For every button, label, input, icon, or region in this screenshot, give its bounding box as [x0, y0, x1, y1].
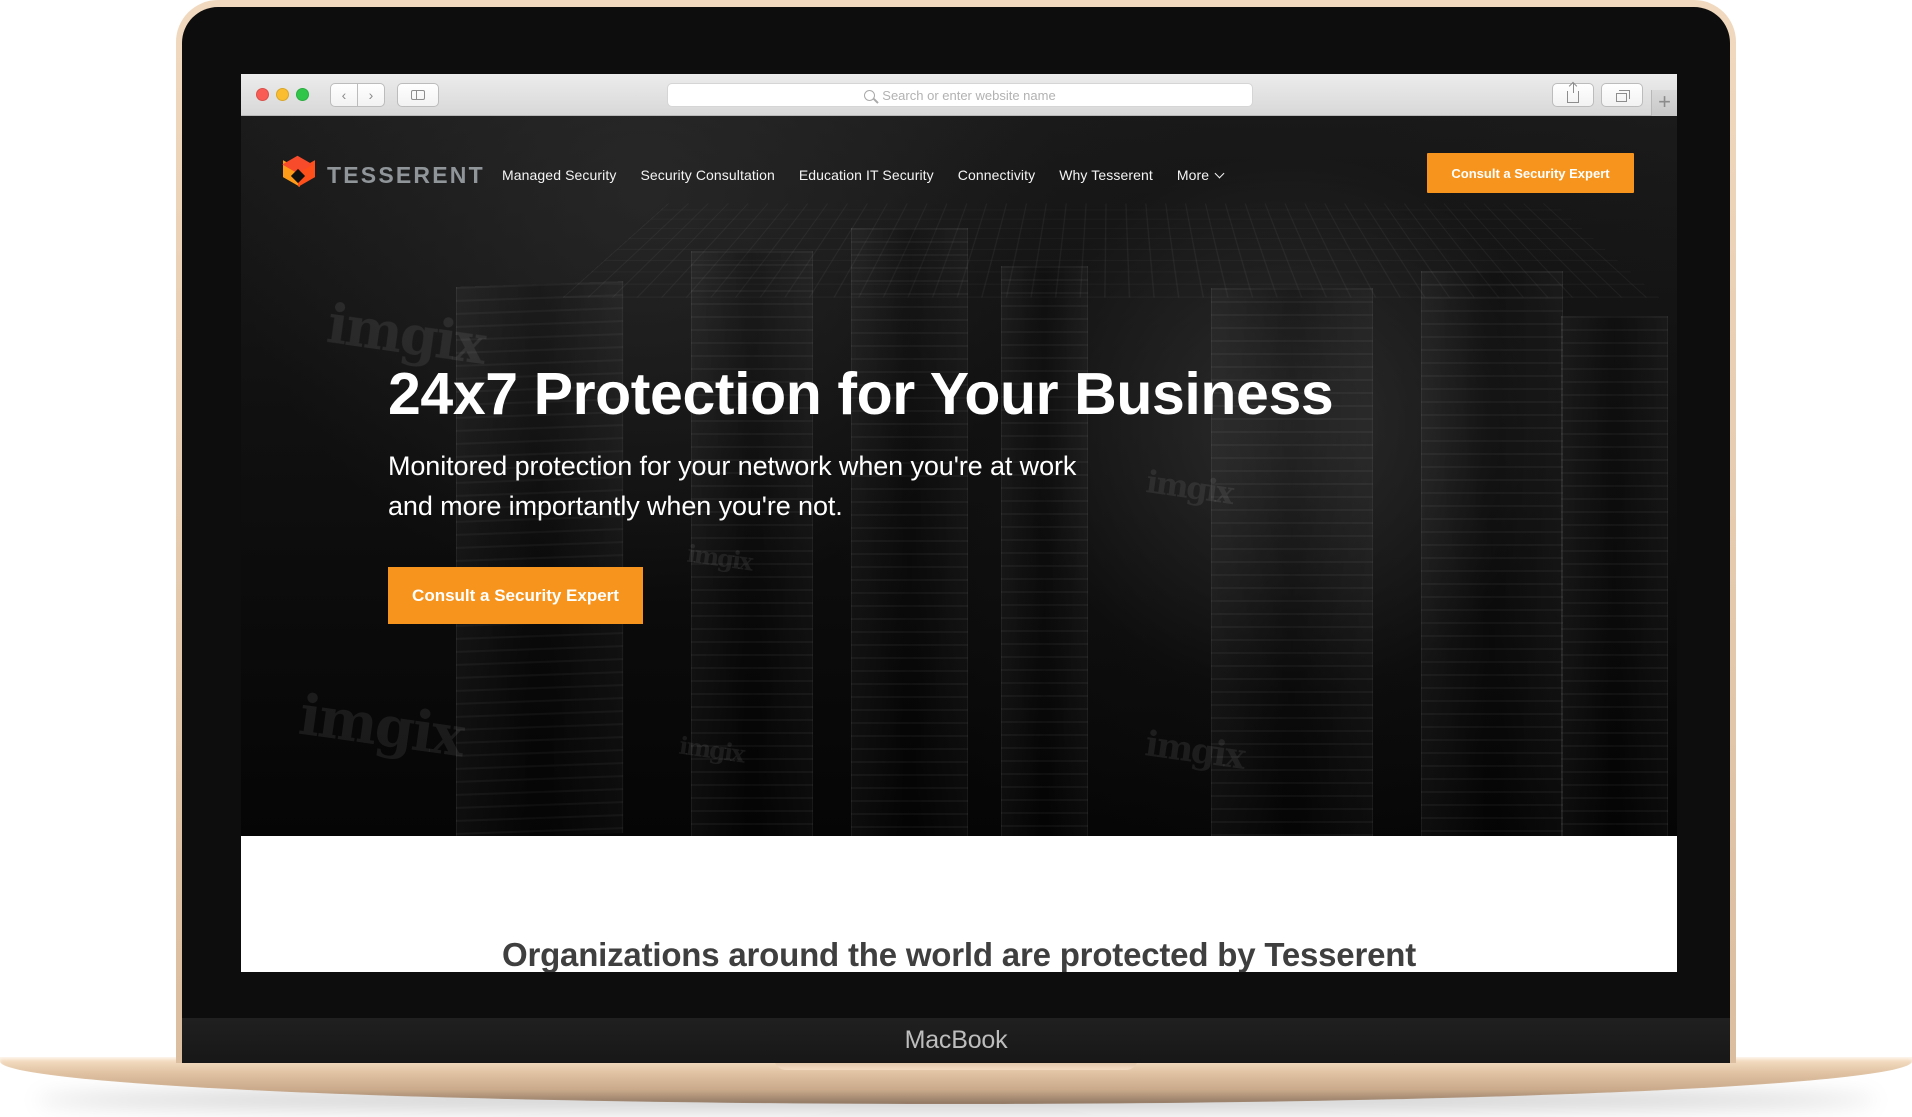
search-icon — [864, 89, 876, 101]
share-button[interactable] — [1552, 83, 1594, 107]
tabs-button[interactable] — [1601, 83, 1643, 107]
forward-button[interactable]: › — [357, 83, 385, 107]
brand-name: TESSERENT — [327, 161, 485, 188]
imgix-watermark: imgix — [677, 730, 746, 769]
browser-toolbar: ‹ › Search or enter website name + — [241, 74, 1677, 116]
macbook-label: MacBook — [904, 1026, 1008, 1054]
nav-managed-security[interactable]: Managed Security — [502, 167, 616, 183]
nav-connectivity[interactable]: Connectivity — [958, 167, 1035, 183]
nav-security-consultation[interactable]: Security Consultation — [640, 167, 774, 183]
address-placeholder: Search or enter website name — [882, 87, 1056, 103]
server-rack — [691, 251, 813, 836]
zoom-window-button[interactable] — [296, 88, 309, 101]
server-rack — [1001, 266, 1088, 836]
tesserent-logo[interactable]: TESSERENT — [281, 155, 485, 194]
sidebar-toggle-button[interactable] — [397, 83, 439, 107]
chevron-right-icon: › — [368, 87, 374, 103]
site-header: TESSERENT Managed Security Security Cons… — [241, 116, 1677, 220]
share-icon — [1567, 83, 1579, 103]
back-button[interactable]: ‹ — [330, 83, 358, 107]
macbook-mockup: MacBook ‹ › Search or enter website name — [0, 0, 1912, 1117]
sidebar-icon — [411, 90, 425, 100]
nav-more-label: More — [1176, 167, 1210, 183]
server-rack — [1561, 316, 1668, 836]
close-window-button[interactable] — [256, 88, 269, 101]
hero-subtitle: Monitored protection for your network wh… — [388, 451, 1077, 521]
new-tab-button[interactable]: + — [1651, 90, 1677, 116]
imgix-watermark: imgix — [295, 681, 468, 771]
hero-consult-button[interactable]: Consult a Security Expert — [388, 567, 643, 624]
plus-icon: + — [1658, 89, 1671, 114]
hero-title: 24x7 Protection for Your Business — [388, 361, 1334, 427]
server-rack — [1421, 271, 1563, 836]
imgix-watermark: imgix — [1142, 723, 1247, 778]
hero-section: imgix imgix imgix imgix imgix imgix TESS… — [241, 116, 1677, 836]
hero-copy: 24x7 Protection for Your Business Monito… — [388, 360, 1388, 526]
imgix-watermark: imgix — [685, 538, 754, 577]
main-navigation: Managed Security Security Consultation E… — [502, 167, 1225, 183]
nav-more[interactable]: More — [1176, 167, 1225, 183]
section-title: Organizations around the world are prote… — [501, 936, 1416, 972]
tabs-icon — [1615, 89, 1630, 102]
header-consult-button[interactable]: Consult a Security Expert — [1427, 153, 1634, 193]
webpage: imgix imgix imgix imgix imgix imgix TESS… — [241, 116, 1677, 972]
minimize-window-button[interactable] — [276, 88, 289, 101]
chevron-down-icon — [1214, 168, 1225, 178]
server-rack — [851, 228, 968, 836]
browser-screen: ‹ › Search or enter website name + imgix… — [241, 74, 1677, 972]
protected-organizations-section: Organizations around the world are prote… — [241, 836, 1677, 972]
nav-why-tesserent[interactable]: Why Tesserent — [1059, 167, 1153, 183]
nav-education-it-security[interactable]: Education IT Security — [799, 167, 934, 183]
address-bar[interactable]: Search or enter website name — [667, 83, 1253, 107]
tesserent-cube-icon — [281, 155, 315, 194]
chevron-left-icon: ‹ — [341, 87, 347, 103]
